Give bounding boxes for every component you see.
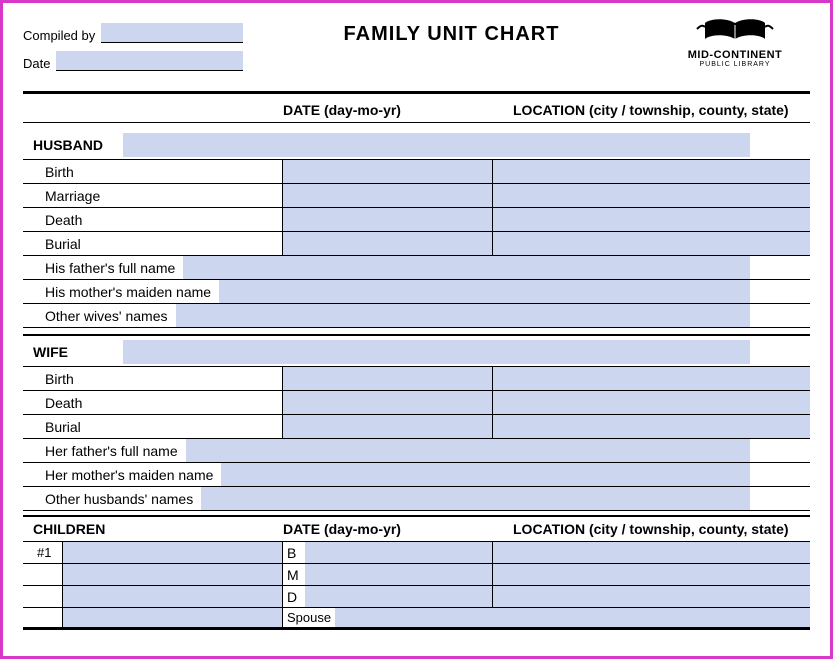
- child-1-birth-code: B: [283, 542, 305, 563]
- wife-father-label: Her father's full name: [23, 439, 186, 462]
- wife-burial-label: Burial: [23, 415, 283, 438]
- husband-death-location-input[interactable]: [493, 208, 810, 231]
- wife-burial-row: Burial: [23, 415, 810, 439]
- column-headers: DATE (day-mo-yr) LOCATION (city / townsh…: [23, 94, 810, 122]
- husband-father-label: His father's full name: [23, 256, 183, 279]
- husband-burial-location-input[interactable]: [493, 232, 810, 255]
- wife-burial-location-input[interactable]: [493, 415, 810, 438]
- library-logo: MID-CONTINENT PUBLIC LIBRARY: [660, 17, 810, 68]
- form-header: Compiled by Date FAMILY UNIT CHART MID-C…: [23, 17, 810, 79]
- husband-marriage-location-input[interactable]: [493, 184, 810, 207]
- wife-mother-row: Her mother's maiden name: [23, 463, 810, 487]
- husband-label: HUSBAND: [23, 137, 123, 153]
- wife-header: WIFE: [23, 334, 810, 367]
- child-1-spouse-label: Spouse: [283, 608, 335, 627]
- husband-mother-input[interactable]: [219, 280, 750, 303]
- book-icon: [695, 17, 775, 47]
- children-label: CHILDREN: [23, 521, 283, 537]
- husband-marriage-date-input[interactable]: [283, 184, 493, 207]
- compiled-by-input[interactable]: [101, 23, 243, 43]
- child-1-marriage-row: M: [23, 564, 810, 586]
- husband-marriage-label: Marriage: [23, 184, 283, 207]
- date-column-header: DATE (day-mo-yr): [283, 102, 493, 118]
- child-1-death-location-input[interactable]: [493, 586, 810, 607]
- husband-death-label: Death: [23, 208, 283, 231]
- husband-other-wives-label: Other wives' names: [23, 304, 176, 327]
- wife-death-label: Death: [23, 391, 283, 414]
- page-title: FAMILY UNIT CHART: [243, 17, 660, 46]
- husband-name-input[interactable]: [123, 133, 750, 157]
- child-1-name-input[interactable]: [63, 542, 283, 563]
- compiled-date-input[interactable]: [56, 51, 243, 71]
- child-1-marriage-code: M: [283, 564, 305, 585]
- husband-birth-label: Birth: [23, 160, 283, 183]
- wife-death-location-input[interactable]: [493, 391, 810, 414]
- husband-death-date-input[interactable]: [283, 208, 493, 231]
- child-1-spouse-input[interactable]: [335, 608, 810, 627]
- children-location-header: LOCATION (city / township, county, state…: [493, 521, 810, 537]
- logo-text-1: MID-CONTINENT: [660, 49, 810, 61]
- husband-birth-date-input[interactable]: [283, 160, 493, 183]
- wife-mother-label: Her mother's maiden name: [23, 463, 221, 486]
- wife-father-row: Her father's full name: [23, 439, 810, 463]
- wife-other-husbands-label: Other husbands' names: [23, 487, 201, 510]
- location-column-header: LOCATION (city / township, county, state…: [493, 102, 810, 118]
- husband-burial-date-input[interactable]: [283, 232, 493, 255]
- child-1-marriage-date-input[interactable]: [305, 564, 493, 585]
- wife-father-input[interactable]: [186, 439, 750, 462]
- child-1-birth-date-input[interactable]: [305, 542, 493, 563]
- child-1-death-date-input[interactable]: [305, 586, 493, 607]
- compiled-by-label: Compiled by: [23, 28, 95, 43]
- wife-name-input[interactable]: [123, 340, 750, 364]
- child-1-marriage-location-input[interactable]: [493, 564, 810, 585]
- wife-birth-location-input[interactable]: [493, 367, 810, 390]
- child-1-spouse-row: Spouse: [23, 608, 810, 630]
- child-1-death-code: D: [283, 586, 305, 607]
- husband-mother-row: His mother's maiden name: [23, 280, 810, 304]
- child-1-birth-row: #1 B: [23, 542, 810, 564]
- children-header: CHILDREN DATE (day-mo-yr) LOCATION (city…: [23, 515, 810, 542]
- husband-father-input[interactable]: [183, 256, 750, 279]
- wife-birth-row: Birth: [23, 367, 810, 391]
- wife-other-husbands-input[interactable]: [201, 487, 750, 510]
- wife-burial-date-input[interactable]: [283, 415, 493, 438]
- husband-father-row: His father's full name: [23, 256, 810, 280]
- husband-other-wives-input[interactable]: [176, 304, 751, 327]
- compiled-info: Compiled by Date: [23, 17, 243, 79]
- husband-mother-label: His mother's maiden name: [23, 280, 219, 303]
- child-1-number: #1: [23, 542, 63, 563]
- husband-death-row: Death: [23, 208, 810, 232]
- wife-birth-label: Birth: [23, 367, 283, 390]
- wife-birth-date-input[interactable]: [283, 367, 493, 390]
- children-date-header: DATE (day-mo-yr): [283, 521, 493, 537]
- child-1-birth-location-input[interactable]: [493, 542, 810, 563]
- wife-mother-input[interactable]: [221, 463, 750, 486]
- child-1-death-row: D: [23, 586, 810, 608]
- husband-header: HUSBAND: [23, 129, 810, 160]
- husband-burial-row: Burial: [23, 232, 810, 256]
- wife-label: WIFE: [23, 344, 123, 360]
- wife-other-husbands-row: Other husbands' names: [23, 487, 810, 511]
- husband-birth-location-input[interactable]: [493, 160, 810, 183]
- husband-burial-label: Burial: [23, 232, 283, 255]
- compiled-date-label: Date: [23, 56, 50, 71]
- wife-death-date-input[interactable]: [283, 391, 493, 414]
- husband-other-wives-row: Other wives' names: [23, 304, 810, 328]
- logo-text-2: PUBLIC LIBRARY: [660, 61, 810, 68]
- husband-birth-row: Birth: [23, 160, 810, 184]
- wife-death-row: Death: [23, 391, 810, 415]
- form-container: Compiled by Date FAMILY UNIT CHART MID-C…: [0, 0, 833, 659]
- husband-marriage-row: Marriage: [23, 184, 810, 208]
